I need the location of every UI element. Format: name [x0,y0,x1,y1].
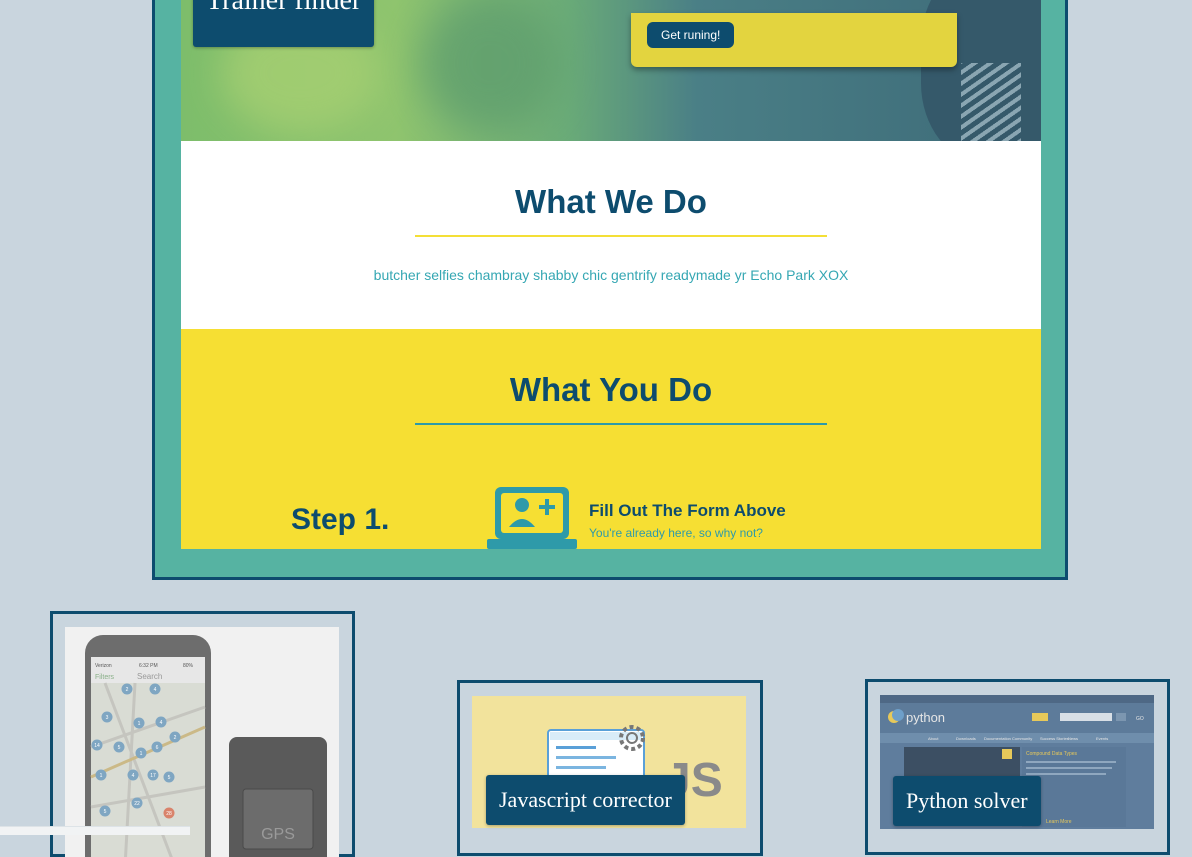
section-divider [415,235,827,237]
get-running-button[interactable]: Get runing! [647,22,735,48]
phone-status-text: Verizon [95,663,112,669]
python-nav-item: About [928,736,939,741]
map-pin-label: 2 [126,687,129,693]
gps-device-text: GPS [261,826,295,843]
python-nav-item: Events [1096,736,1108,741]
phone-filters-text: Filters [95,674,115,681]
map-pin-label: 14 [94,743,100,749]
map-pin-label: 17 [150,773,156,779]
map-pin-label: 4 [132,773,135,779]
python-nav-item: Community [1012,736,1032,741]
project-title-label[interactable]: Javascript corrector [486,775,685,825]
map-pin-label: 22 [134,801,140,807]
python-nav-item: Success Stories [1040,736,1069,741]
what-we-do-section: What We Do butcher selfies chambray shab… [181,141,1041,329]
project-title-label[interactable]: Trainer finder [193,0,375,47]
hero-cta-panel: Get runing! [631,13,957,67]
hero-background-blur [421,0,561,133]
featured-project-card[interactable]: Get runing! What We Do butcher selfies c… [152,0,1068,580]
map-pin-label: 4 [160,720,163,726]
python-panel-title: Compound Data Types [1026,751,1078,757]
python-logo-text: python [906,710,945,725]
map-pin-label: 6 [156,745,159,751]
project-card-python[interactable]: python GO About Downloads Documentation Com… [865,679,1170,855]
python-go-text: GO [1136,716,1144,722]
project-card-tracker[interactable]: Verizon 6:32 PM 80% Filters Search 24314… [50,611,355,857]
map-pin-label: 5 [104,809,107,815]
phone-search-text: Search [137,672,162,681]
phone-map-gps-icon: Verizon 6:32 PM 80% Filters Search 2 431 4… [85,635,327,857]
user-add-laptop-icon [487,487,577,549]
runner-sleeve-stripes [961,63,1021,141]
map-pin-label: 1 [138,721,141,727]
what-you-do-section: What You Do Step 1. Fill Out The Form Ab… [181,329,1041,549]
python-nav-item: Downloads [956,736,976,741]
project-title-label[interactable]: Python solver [893,776,1041,826]
python-nav-item: Documentation [984,736,1011,741]
phone-battery-text: 80% [183,663,194,669]
map-pin-label: 28 [166,811,172,817]
featured-project-screenshot: Get runing! What We Do butcher selfies c… [181,0,1041,549]
map-pin-label: 1 [140,751,143,757]
map-pin-label: 4 [154,687,157,693]
python-nav-item: News [1068,736,1078,741]
what-you-do-heading: What You Do [509,371,713,408]
map-pin-label: 2 [174,735,177,741]
project-thumbnail: Verizon 6:32 PM 80% Filters Search 24314… [65,627,339,857]
map-pin-label: 1 [100,773,103,779]
step-label: Step 1. [291,503,390,536]
section-divider [415,423,827,425]
what-we-do-heading: What We Do [515,183,707,220]
project-card-javascript[interactable]: JS Javascript corrector [457,680,763,856]
what-we-do-text: butcher selfies chambray shabby chic gen… [373,267,849,283]
step-title: Fill Out The Form Above [589,501,786,520]
map-pin-label: 5 [118,745,121,751]
map-pin-label: 5 [168,775,171,781]
step-subtitle: You're already here, so why not? [589,526,763,540]
phone-time-text: 6:32 PM [139,663,158,669]
python-learn-more: Learn More [1046,819,1072,825]
map-pin-label: 3 [106,715,109,721]
